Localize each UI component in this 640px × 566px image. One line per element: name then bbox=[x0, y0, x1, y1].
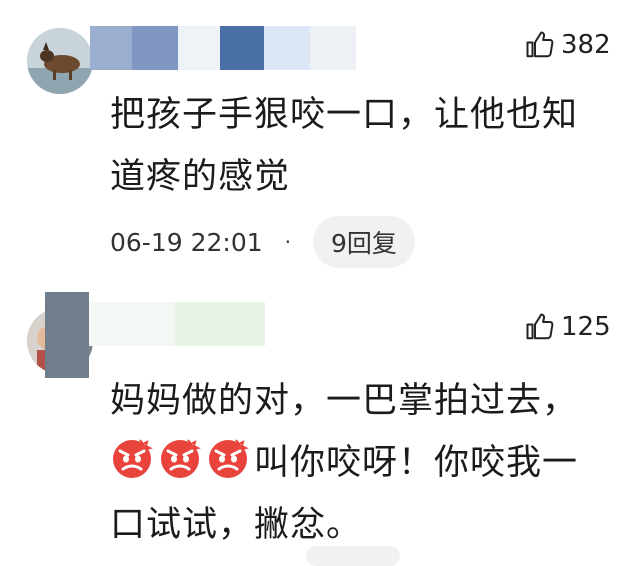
angry-face-icon bbox=[113, 439, 153, 478]
blur-block bbox=[310, 26, 356, 70]
comment-line: 叫你咬呀！你咬我一 bbox=[110, 432, 578, 494]
comment-item-2: 125 妈妈做的对，一巴掌拍过去， 叫你咬呀！你咬我一 口试试，撇忿。 bbox=[0, 290, 640, 559]
replies-button[interactable]: 9回复 bbox=[313, 216, 415, 268]
angry-face-icon bbox=[209, 439, 249, 478]
meta-separator: · bbox=[284, 230, 291, 254]
blur-block bbox=[175, 302, 265, 346]
thumbs-up-icon bbox=[526, 31, 554, 58]
comment-text: 妈妈做的对，一巴掌拍过去， 叫你咬呀！你咬我一 口试试，撇忿。 bbox=[110, 370, 578, 556]
comment-line: 妈妈做的对，一巴掌拍过去， bbox=[110, 381, 579, 421]
avatar[interactable] bbox=[27, 28, 93, 94]
like-button[interactable]: 382 bbox=[525, 30, 611, 60]
comment-text: 把孩子手狠咬一口，让他也知 道疼的感觉 bbox=[110, 84, 578, 208]
comment-line-text: 叫你咬呀！你咬我一 bbox=[254, 443, 579, 483]
comment-item-1: 382 把孩子手狠咬一口，让他也知 道疼的感觉 06-19 22:01 · 9回… bbox=[0, 0, 640, 290]
blur-block bbox=[90, 26, 132, 70]
dog-photo-avatar bbox=[27, 28, 93, 94]
blur-block bbox=[178, 26, 220, 70]
username-blurred[interactable] bbox=[45, 292, 265, 378]
replies-button-partial[interactable] bbox=[306, 546, 400, 566]
thumbs-up-icon bbox=[526, 313, 554, 340]
like-count: 125 bbox=[561, 312, 611, 342]
blur-block bbox=[89, 302, 175, 346]
username-blurred[interactable] bbox=[90, 26, 356, 70]
comment-meta: 06-19 22:01 · 9回复 bbox=[110, 216, 415, 268]
comment-line: 把孩子手狠咬一口，让他也知 bbox=[110, 95, 579, 135]
like-count: 382 bbox=[561, 30, 611, 60]
timestamp: 06-19 22:01 bbox=[110, 227, 263, 257]
comment-line: 道疼的感觉 bbox=[110, 157, 291, 197]
blur-block bbox=[264, 26, 310, 70]
blur-block bbox=[45, 292, 89, 378]
blur-block bbox=[132, 26, 178, 70]
like-button[interactable]: 125 bbox=[525, 312, 611, 342]
blur-block bbox=[220, 26, 264, 70]
angry-face-icon bbox=[161, 439, 201, 478]
